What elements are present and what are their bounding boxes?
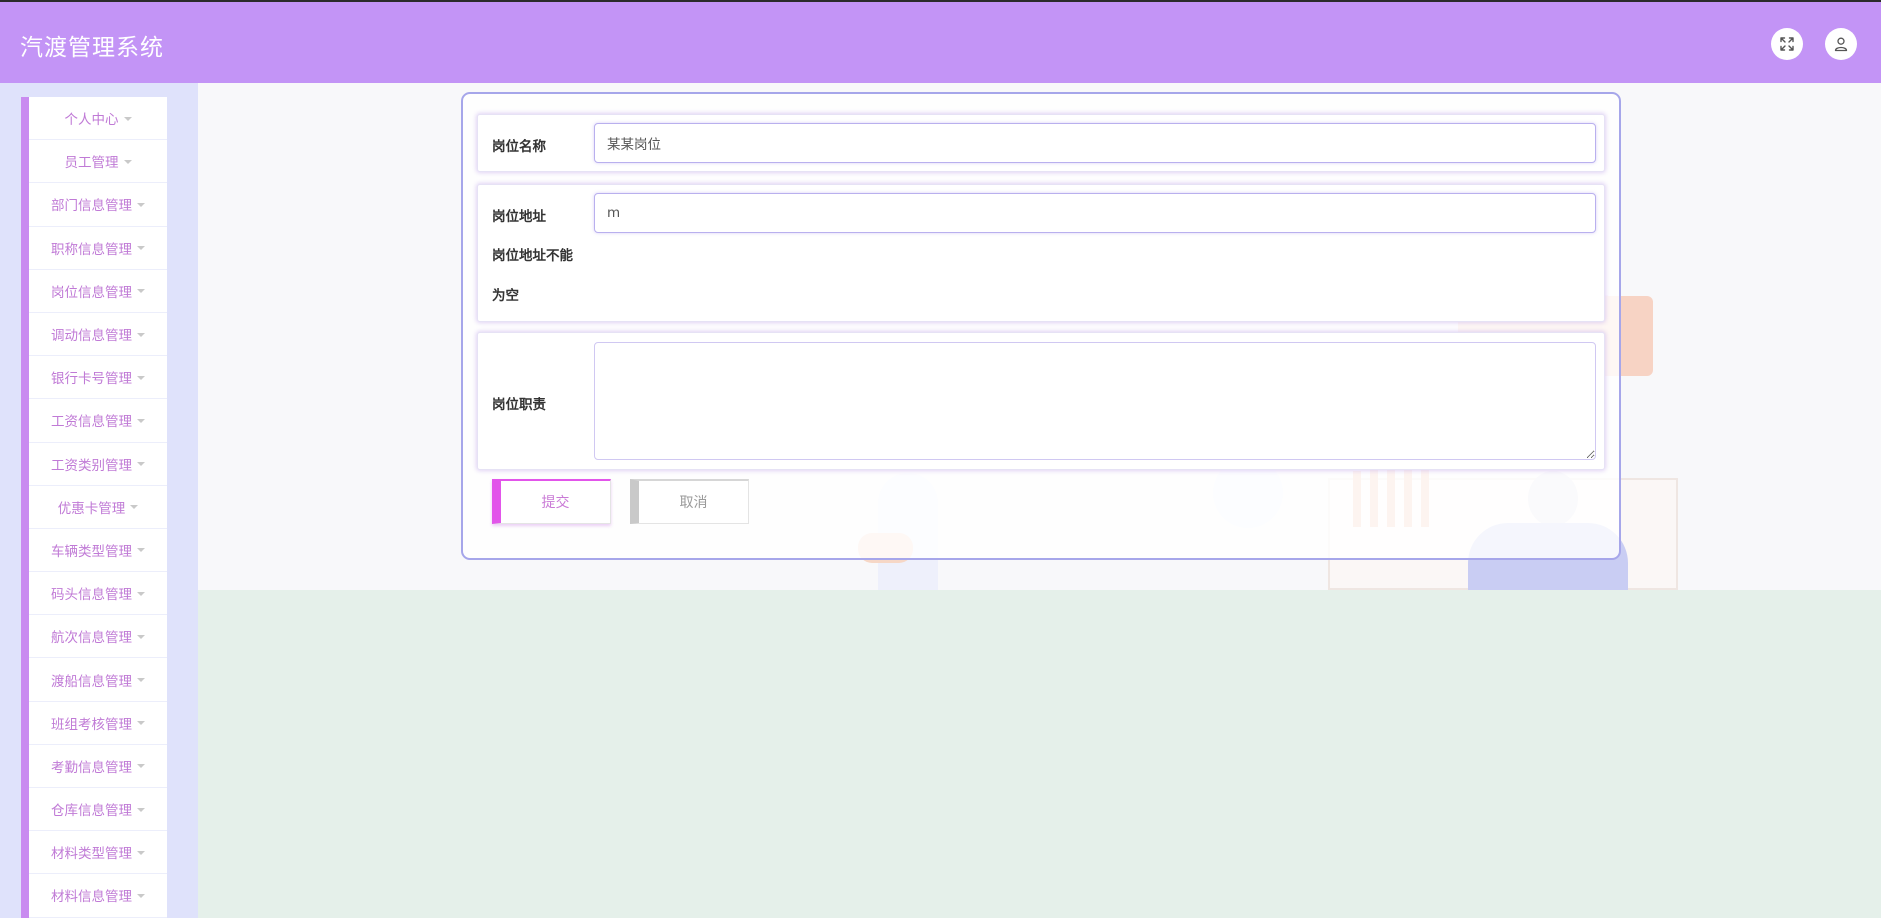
sidebar-item[interactable]: 部门信息管理: [29, 183, 167, 227]
sidebar-item[interactable]: 材料类型管理: [29, 831, 167, 875]
sidebar-item-label: 工资类别管理: [51, 457, 132, 474]
sidebar-item-label: 优惠卡管理: [57, 500, 126, 517]
name-label: 岗位名称: [492, 139, 546, 155]
caret-down-icon: [137, 634, 145, 639]
sidebar-item-label: 仓库信息管理: [51, 803, 132, 820]
sidebar-item-label: 材料类型管理: [51, 846, 132, 863]
caret-down-icon: [137, 721, 145, 726]
lower-background: [198, 590, 1881, 918]
user-icon: [1834, 37, 1848, 52]
sidebar-menu: 个人中心员工管理部门信息管理 职称信息管理 岗位信息管理 调动信息管理 银行卡号管理 工资…: [29, 97, 167, 918]
sidebar-item[interactable]: 渡船信息管理: [29, 658, 167, 702]
caret-down-icon: [123, 116, 132, 121]
sidebar-item[interactable]: 车辆类型管理: [29, 529, 167, 573]
sidebar-item[interactable]: 优惠卡管理: [29, 486, 167, 529]
caret-down-icon: [137, 678, 145, 683]
name-input[interactable]: [594, 123, 1596, 163]
caret-down-icon: [137, 202, 145, 207]
caret-down-icon: [137, 591, 145, 596]
sidebar-item-label: 部门信息管理: [51, 198, 132, 215]
caret-down-icon: [130, 505, 139, 510]
caret-down-icon: [137, 289, 145, 294]
sidebar-accent-bar: [21, 97, 29, 918]
form-row-name: 岗位名称: [477, 114, 1605, 172]
form-row-duty: 岗位职责: [477, 332, 1605, 470]
duty-textarea[interactable]: [594, 342, 1596, 460]
sidebar-item-label: 职称信息管理: [51, 241, 132, 258]
sidebar-item-label: 车辆类型管理: [51, 543, 132, 560]
caret-down-icon: [137, 807, 145, 812]
sidebar-item[interactable]: 码头信息管理: [29, 572, 167, 616]
sidebar-item[interactable]: 个人中心: [29, 97, 167, 141]
sidebar-item-label: 渡船信息管理: [51, 673, 132, 690]
sidebar-item-label: 员工管理: [64, 155, 119, 172]
sidebar-item[interactable]: 调动信息管理: [29, 313, 167, 357]
user-profile-button[interactable]: [1825, 28, 1857, 60]
sidebar-item-label: 岗位信息管理: [51, 284, 132, 301]
sidebar-item-label: 码头信息管理: [51, 587, 132, 604]
caret-down-icon: [123, 159, 132, 164]
sidebar-item[interactable]: 考勤信息管理: [29, 745, 167, 788]
duty-label: 岗位职责: [492, 397, 546, 413]
fullscreen-icon: [1780, 37, 1794, 51]
top-bar: 汽渡管理系统: [0, 0, 1881, 83]
sidebar-item-label: 个人中心: [64, 112, 119, 129]
address-error-message-cont: 为空: [492, 288, 519, 304]
caret-down-icon: [137, 850, 145, 855]
sidebar-item[interactable]: 材料信息管理: [29, 874, 167, 918]
sidebar-item[interactable]: 工资类别管理: [29, 443, 167, 486]
sidebar-item[interactable]: 职称信息管理: [29, 227, 167, 270]
sidebar-item[interactable]: 银行卡号管理: [29, 356, 167, 400]
sidebar-item-label: 班组考核管理: [51, 716, 132, 733]
sidebar-item[interactable]: 班组考核管理: [29, 702, 167, 745]
post-form: 岗位名称 岗位地址 岗位地址不能 为空 岗位职责 提交 取消: [461, 92, 1621, 560]
app-title: 汽渡管理系统: [20, 35, 164, 61]
caret-down-icon: [137, 375, 145, 380]
sidebar-item[interactable]: 岗位信息管理: [29, 270, 167, 313]
caret-down-icon: [137, 246, 145, 251]
caret-down-icon: [137, 418, 145, 423]
address-error-message: 岗位地址不能: [492, 248, 573, 264]
caret-down-icon: [137, 332, 145, 337]
cancel-button[interactable]: 取消: [630, 479, 749, 524]
caret-down-icon: [137, 764, 145, 769]
fullscreen-button[interactable]: [1771, 28, 1803, 60]
sidebar-item-label: 银行卡号管理: [51, 371, 132, 388]
sidebar-item[interactable]: 工资信息管理: [29, 399, 167, 443]
sidebar-item[interactable]: 仓库信息管理: [29, 788, 167, 832]
caret-down-icon: [137, 462, 145, 467]
submit-button[interactable]: 提交: [492, 479, 611, 524]
form-row-address: 岗位地址 岗位地址不能 为空: [477, 184, 1605, 322]
sidebar-item-label: 工资信息管理: [51, 414, 132, 431]
sidebar-item-label: 材料信息管理: [51, 889, 132, 906]
sidebar-item-label: 考勤信息管理: [51, 759, 132, 776]
sidebar-item-label: 航次信息管理: [51, 630, 132, 647]
address-input[interactable]: [594, 193, 1596, 233]
caret-down-icon: [137, 548, 145, 553]
sidebar-item[interactable]: 员工管理: [29, 140, 167, 184]
address-label: 岗位地址: [492, 209, 546, 225]
sidebar-item-label: 调动信息管理: [51, 328, 132, 345]
sidebar-item[interactable]: 航次信息管理: [29, 615, 167, 659]
caret-down-icon: [137, 893, 145, 898]
